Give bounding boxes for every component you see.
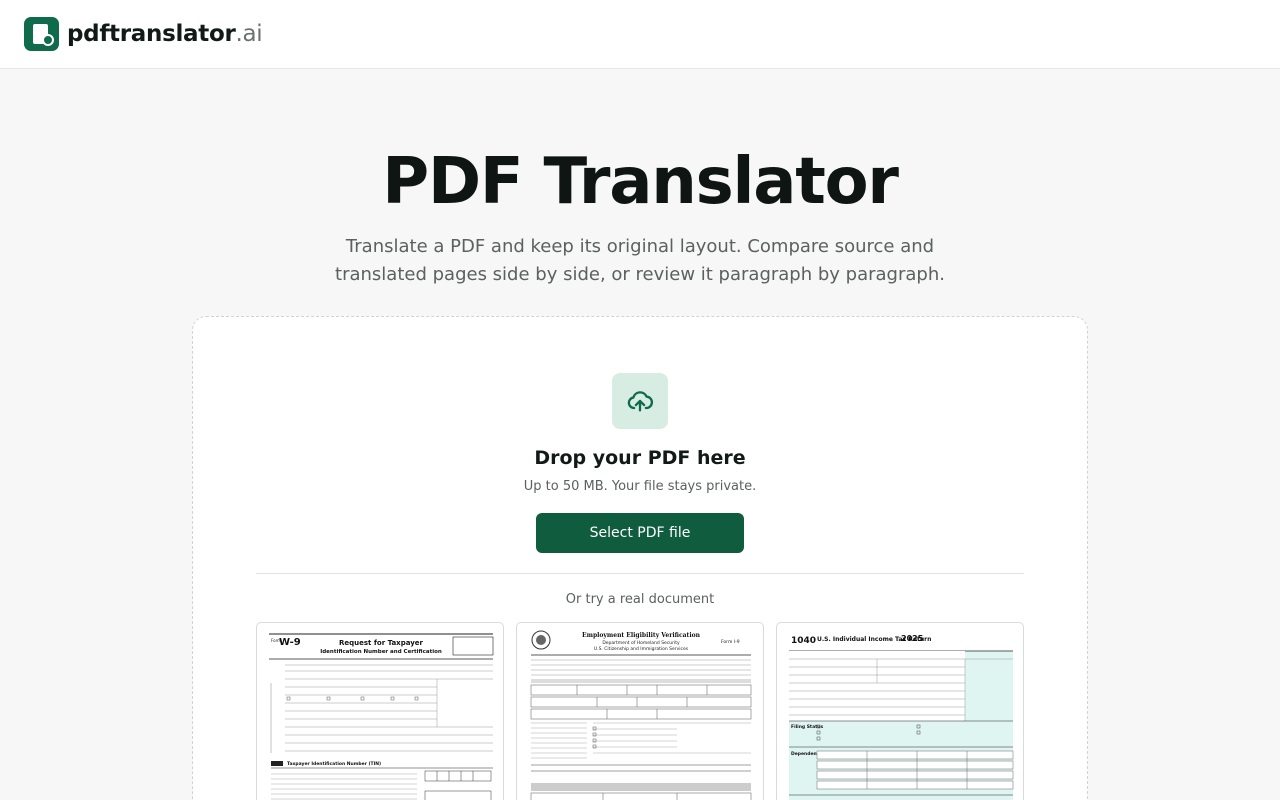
drop-title: Drop your PDF here [534,447,746,469]
upload-tile [612,373,668,429]
drop-note: Up to 50 MB. Your file stays private. [523,479,757,494]
logo-text: pdftranslator.ai [67,21,263,47]
page-subtitle: Translate a PDF and keep its original la… [335,236,945,285]
w9-section: Taxpayer Identification Number (TIN) [287,761,381,767]
f1040-year: 2025 [901,634,924,643]
sample-doc-w9[interactable]: Form W-9 Request for Taxpayer Identifica… [256,622,504,800]
sample-doc-1040[interactable]: 1040 U.S. Individual Income Tax Return 2… [776,622,1024,800]
i9-agency2: U.S. Citizenship and Immigration Service… [594,646,689,652]
i9-agency: Department of Homeland Security [602,640,680,646]
logo[interactable]: pdftranslator.ai [24,17,263,51]
divider [256,573,1024,574]
i9-title: Employment Eligibility Verification [582,632,701,639]
page-title: PDF Translator [382,145,899,219]
site-header: pdftranslator.ai [0,0,1280,69]
w9-title: Request for Taxpayer [339,639,424,647]
i9-form-code: Form I-9 [721,639,740,645]
cloud-upload-icon [627,391,654,412]
sample-doc-i9[interactable]: Employment Eligibility Verification Depa… [516,622,764,800]
f1040-form-code: 1040 [791,636,816,646]
sample-documents: Form W-9 Request for Taxpayer Identifica… [256,622,1024,800]
select-pdf-button[interactable]: Select PDF file [536,513,744,553]
pdf-dropzone[interactable]: Drop your PDF here Up to 50 MB. Your fil… [192,316,1088,800]
w9-title2: Identification Number and Certification [320,649,442,655]
w9-form-code: W-9 [279,637,301,648]
try-sample-label: Or try a real document [565,592,715,607]
logo-icon [24,17,59,51]
